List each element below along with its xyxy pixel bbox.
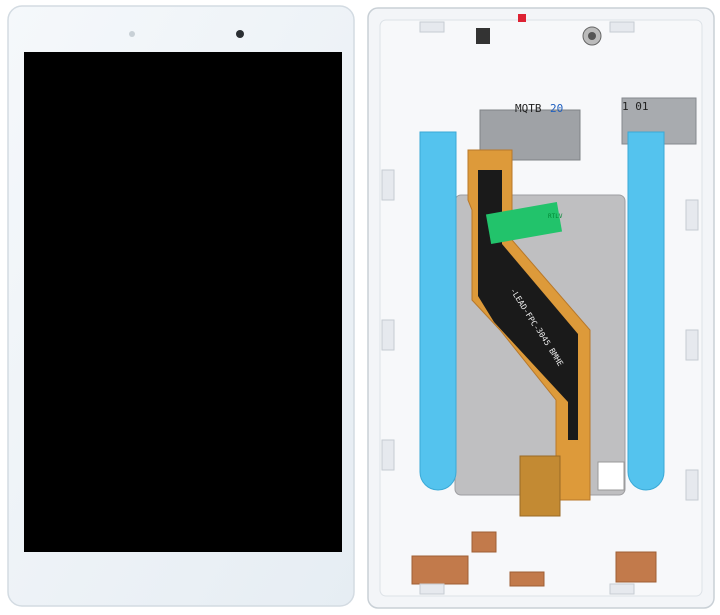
lcd-front-view — [7, 5, 355, 607]
front-screen — [24, 52, 342, 552]
top-print-number: 20 — [550, 102, 563, 115]
left-pull-tab — [419, 131, 457, 491]
front-camera-icon — [236, 30, 244, 38]
rear-lens-inner-icon — [588, 32, 596, 40]
top-print-text: MQTB — [515, 102, 542, 115]
camera-housing — [476, 28, 490, 44]
copper-tape-left — [411, 555, 469, 585]
copper-tape-mid — [471, 531, 497, 553]
top-right-code: 1 01 — [622, 100, 649, 113]
bottom-connector — [519, 455, 561, 517]
right-pull-tab — [627, 131, 665, 491]
sticker-text: RTLV — [548, 213, 563, 220]
light-sensor-icon — [129, 31, 135, 37]
top-marker — [518, 14, 526, 22]
lcd-back-view: MQTB 20 1 01 -LEAD-FPC- 3045 BMHE RTLV — [367, 7, 715, 609]
small-white-label — [597, 461, 625, 491]
copper-tape-center — [509, 571, 545, 587]
copper-tape-right — [615, 551, 657, 583]
